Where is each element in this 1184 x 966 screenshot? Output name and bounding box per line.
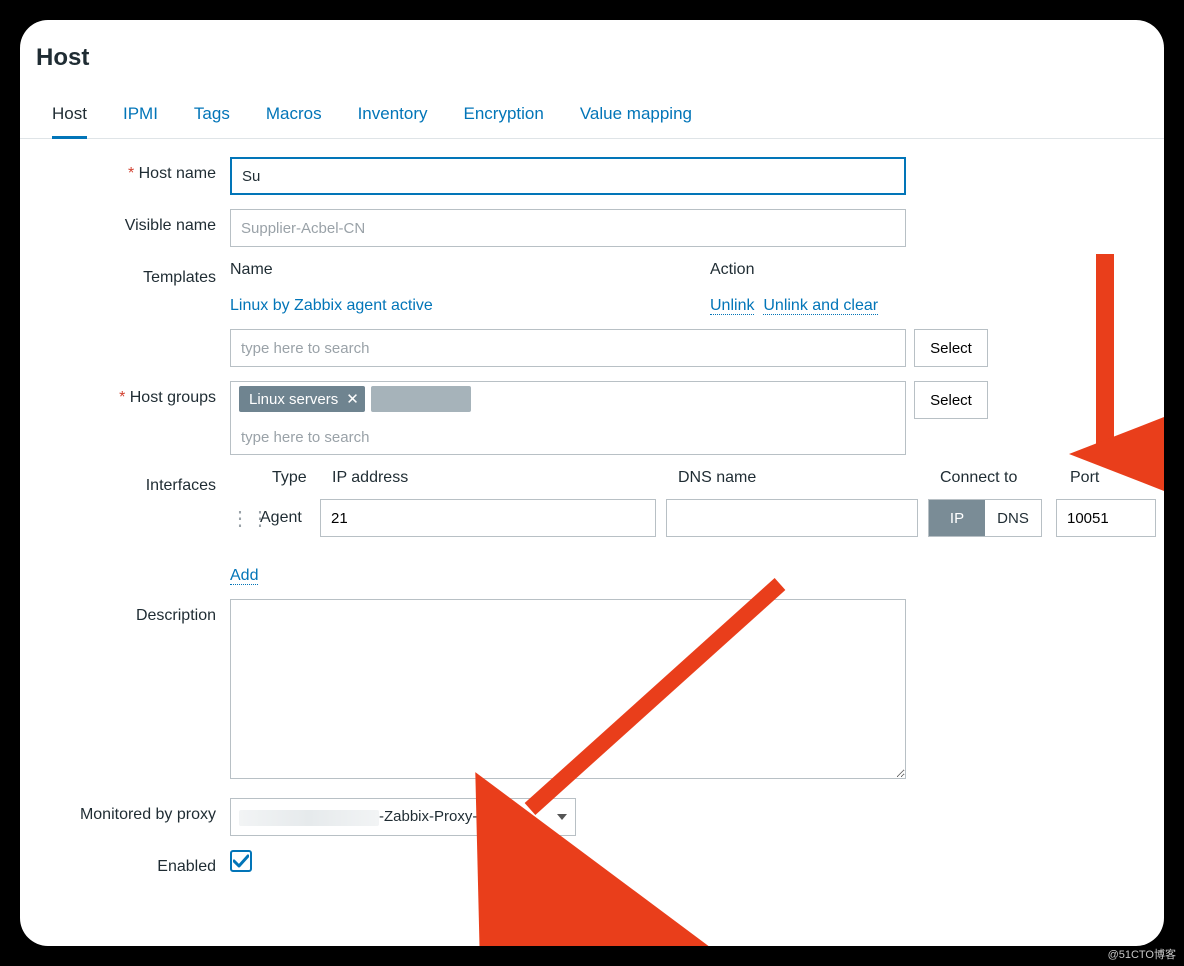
if-ip-input[interactable]	[320, 499, 656, 537]
drag-handle-icon[interactable]: ⋮⋮	[230, 506, 260, 531]
proxy-label: Monitored by proxy	[20, 798, 230, 824]
host-group-chip-placeholder	[371, 386, 471, 412]
template-unlink[interactable]: Unlink	[710, 297, 754, 315]
template-unlink-clear[interactable]: Unlink and clear	[763, 297, 878, 315]
tab-host[interactable]: Host	[52, 96, 87, 139]
templates-select-button[interactable]: Select	[914, 329, 988, 367]
add-interface-link[interactable]: Add	[230, 567, 258, 585]
templates-col-action: Action	[710, 261, 754, 279]
proxy-select-value: -Zabbix-Proxy-	[239, 808, 501, 825]
host-groups-input[interactable]: Linux servers ✕	[230, 381, 906, 455]
host-groups-label: * Host groups	[20, 381, 230, 407]
templates-search-input[interactable]	[239, 335, 897, 361]
if-header-port: Port	[1070, 469, 1099, 487]
tab-macros[interactable]: Macros	[266, 96, 322, 138]
proxy-select[interactable]: -Zabbix-Proxy-	[230, 798, 576, 836]
connect-to-dns[interactable]: DNS	[985, 500, 1041, 536]
tab-tags[interactable]: Tags	[194, 96, 230, 138]
tab-ipmi[interactable]: IPMI	[123, 96, 158, 138]
tab-value-mapping[interactable]: Value mapping	[580, 96, 692, 138]
templates-label: Templates	[20, 261, 230, 287]
host-group-chip[interactable]: Linux servers ✕	[239, 386, 365, 412]
if-type: Agent	[260, 509, 320, 527]
tab-encryption[interactable]: Encryption	[464, 96, 544, 138]
chevron-down-icon	[557, 814, 567, 820]
interfaces-label: Interfaces	[20, 469, 230, 495]
connect-to-ip[interactable]: IP	[929, 500, 985, 536]
if-header-type: Type	[272, 469, 332, 487]
tab-bar: Host IPMI Tags Macros Inventory Encrypti…	[20, 96, 1164, 139]
check-icon	[233, 854, 249, 868]
page-title: Host	[20, 38, 1164, 96]
host-group-chip-label: Linux servers	[249, 391, 338, 408]
tab-inventory[interactable]: Inventory	[358, 96, 428, 138]
if-header-dns: DNS name	[678, 469, 940, 487]
if-port-input[interactable]	[1056, 499, 1156, 537]
watermark: @51CTO博客	[1108, 946, 1176, 962]
host-groups-select-button[interactable]: Select	[914, 381, 988, 419]
visible-name-label: Visible name	[20, 209, 230, 235]
description-textarea[interactable]	[230, 599, 906, 779]
description-label: Description	[20, 599, 230, 625]
templates-search[interactable]	[230, 329, 906, 367]
host-name-input[interactable]	[230, 157, 906, 195]
enabled-checkbox[interactable]	[230, 850, 252, 872]
templates-col-name: Name	[230, 261, 710, 279]
visible-name-input[interactable]	[230, 209, 906, 247]
enabled-label: Enabled	[20, 850, 230, 876]
host-groups-search-input[interactable]	[239, 424, 897, 450]
host-name-label: * Host name	[20, 157, 230, 183]
chip-remove-icon[interactable]: ✕	[346, 390, 359, 408]
template-linked-name[interactable]: Linux by Zabbix agent active	[230, 297, 433, 314]
if-header-ip: IP address	[332, 469, 678, 487]
if-dns-input[interactable]	[666, 499, 918, 537]
connect-to-toggle[interactable]: IP DNS	[928, 499, 1042, 537]
if-header-connect: Connect to	[940, 469, 1070, 487]
